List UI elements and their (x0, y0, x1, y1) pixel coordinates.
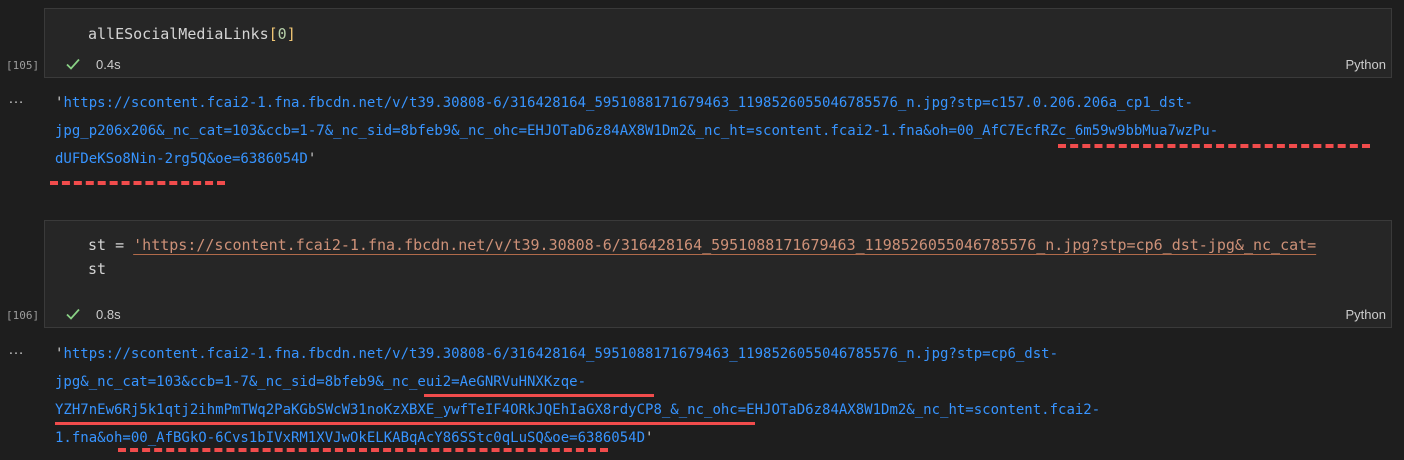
execution-count-2: [106] (6, 309, 40, 322)
cell-2-variable: st = (88, 236, 134, 254)
output-2-close-quote: ' (645, 430, 654, 446)
execution-time-2: 0.8s (96, 307, 121, 322)
output-2-line-1: 'https://scontent.fcai2-1.fna.fbcdn.net/… (55, 341, 1058, 367)
annotation-dash-oh-1 (1058, 144, 1370, 148)
output-1-link-part-1[interactable]: https://scontent.fcai2-1.fna.fbcdn.net/v… (63, 95, 1192, 111)
output-2-line-2[interactable]: jpg&_nc_cat=103&ccb=1-7&_nc_sid=8bfeb9&_… (55, 369, 586, 395)
more-icon[interactable]: … (8, 90, 25, 108)
annotation-underline-eui2-b (55, 422, 755, 425)
output-2-link-part-1[interactable]: https://scontent.fcai2-1.fna.fbcdn.net/v… (63, 346, 1058, 362)
more-icon[interactable]: … (8, 341, 25, 359)
output-2-link-part-4[interactable]: 1.fna&oh=00_AfBGkO-6Cvs1bIVxRM1XVJwOkELK… (55, 430, 645, 446)
output-1-line-3: dUFDeKSo8Nin-2rg5Q&oe=6386054D' (55, 146, 316, 172)
execution-time-1: 0.4s (96, 57, 121, 72)
cell-2-code-line-2[interactable]: st (88, 258, 106, 281)
cell-1-bracket-open: [ (268, 25, 278, 43)
output-1-close-quote: ' (307, 151, 317, 167)
output-2-line-3[interactable]: YZH7nEw6Rj5k1qtj2ihmPmTWq2PaKGbSWcW31noK… (55, 397, 1100, 423)
check-icon (66, 58, 80, 70)
annotation-dash-oh-2 (118, 448, 608, 452)
cell-1-code[interactable]: allESocialMediaLinks[0] (88, 23, 296, 46)
cell-1-index: 0 (277, 25, 287, 43)
cell-2-code-line-1[interactable]: st = 'https://scontent.fcai2-1.fna.fbcdn… (88, 234, 1316, 257)
output-1-line-2[interactable]: jpg_p206x206&_nc_cat=103&ccb=1-7&_nc_sid… (55, 118, 1218, 144)
annotation-underline-eui2 (424, 394, 654, 397)
cell-2-string: 'https://scontent.fcai2-1.fna.fbcdn.net/… (133, 236, 1317, 254)
cell-1-bracket-close: ] (286, 25, 296, 43)
cell-1-identifier: allESocialMediaLinks (88, 25, 269, 43)
kernel-language-1[interactable]: Python (1346, 57, 1386, 72)
execution-count-1: [105] (6, 59, 40, 72)
annotation-dash-oh-1b (50, 181, 225, 185)
check-icon (66, 308, 80, 320)
output-1-line-1: 'https://scontent.fcai2-1.fna.fbcdn.net/… (55, 90, 1193, 116)
output-1-link-part-3[interactable]: dUFDeKSo8Nin-2rg5Q&oe=6386054D (55, 151, 308, 167)
kernel-language-2[interactable]: Python (1346, 307, 1386, 322)
